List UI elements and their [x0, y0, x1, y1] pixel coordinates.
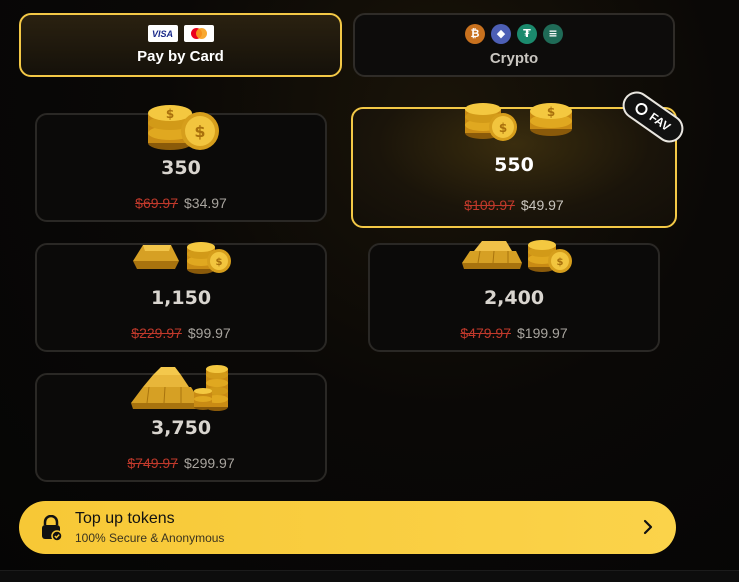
- new-price: $199.97: [517, 325, 568, 341]
- price-row: $229.97 $99.97: [37, 325, 325, 341]
- cta-subtitle: 100% Secure & Anonymous: [75, 531, 225, 545]
- mastercard-icon: [183, 25, 214, 42]
- tab-crypto[interactable]: ₿ ◆ ₮ ≡ Crypto: [353, 13, 675, 77]
- old-price: $69.97: [135, 195, 178, 211]
- pack-amount: 3,750: [150, 417, 212, 439]
- price-row: $109.97 $49.97: [353, 197, 675, 213]
- tab-label: Crypto: [489, 49, 539, 67]
- pack-1150[interactable]: $ 1,150 $229.97 $99.97: [35, 242, 327, 352]
- cta-text: Top up tokens 100% Secure & Anonymous: [75, 510, 224, 545]
- pack-550[interactable]: $ $ FAV 550 $109.97 $49.97: [351, 86, 689, 228]
- pack-amount: 350: [161, 157, 201, 179]
- crypto-icons: ₿ ◆ ₮ ≡: [465, 23, 563, 44]
- new-price: $99.97: [187, 325, 231, 341]
- gold-bar-coins-icon: $: [133, 242, 231, 274]
- svg-text:$: $: [499, 121, 507, 135]
- svg-text:$: $: [166, 107, 174, 121]
- svg-text:$: $: [194, 122, 205, 141]
- new-price: $299.97: [184, 455, 235, 471]
- fav-ring-icon: [633, 100, 651, 118]
- coin-stack-icon: $ $: [148, 105, 219, 150]
- tab-label: Pay by Card: [137, 48, 224, 65]
- price-row: $749.97 $299.97: [37, 455, 325, 471]
- svg-text:$: $: [216, 257, 223, 268]
- new-price: $49.97: [520, 197, 564, 213]
- solana-icon: ≡: [543, 23, 563, 44]
- pack-amount: 550: [494, 154, 534, 176]
- gold-pile-icon: [131, 365, 228, 411]
- pack-amount: 2,400: [483, 287, 545, 309]
- top-up-button[interactable]: Top up tokens 100% Secure & Anonymous: [19, 501, 676, 554]
- pack-3750[interactable]: 3,750 $749.97 $299.97: [35, 365, 327, 482]
- chevron-right-icon: [643, 519, 653, 535]
- svg-text:$: $: [557, 257, 564, 268]
- visa-icon: VISA: [147, 25, 178, 42]
- ethereum-icon: ◆: [491, 23, 511, 44]
- tether-icon: ₮: [517, 23, 537, 44]
- new-price: $34.97: [184, 195, 227, 211]
- bottom-bar: [0, 570, 739, 582]
- cta-title: Top up tokens: [75, 510, 175, 527]
- price-row: $479.97 $199.97: [370, 325, 658, 341]
- lock-icon: [42, 514, 63, 541]
- old-price: $229.97: [131, 325, 182, 341]
- old-price: $749.97: [127, 455, 178, 471]
- price-row: $69.97 $34.97: [37, 195, 325, 211]
- pack-amount: 1,150: [150, 287, 212, 309]
- gold-bars-coins-icon: $: [462, 240, 572, 273]
- tab-pay-by-card[interactable]: VISA Pay by Card: [19, 13, 342, 77]
- card-icons: VISA: [147, 25, 214, 42]
- pack-2400[interactable]: $ 2,400 $479.97 $199.97: [368, 240, 660, 352]
- visa-logo-text: VISA: [151, 28, 173, 39]
- fav-label: FAV: [646, 109, 674, 135]
- old-price: $479.97: [460, 325, 511, 341]
- old-price: $109.97: [464, 197, 515, 213]
- bitcoin-icon: ₿: [465, 23, 485, 44]
- svg-text:$: $: [547, 105, 555, 119]
- coin-stacks-icon: $ $: [465, 103, 572, 141]
- pack-350[interactable]: $ $ 350 $69.97 $34.97: [35, 105, 327, 222]
